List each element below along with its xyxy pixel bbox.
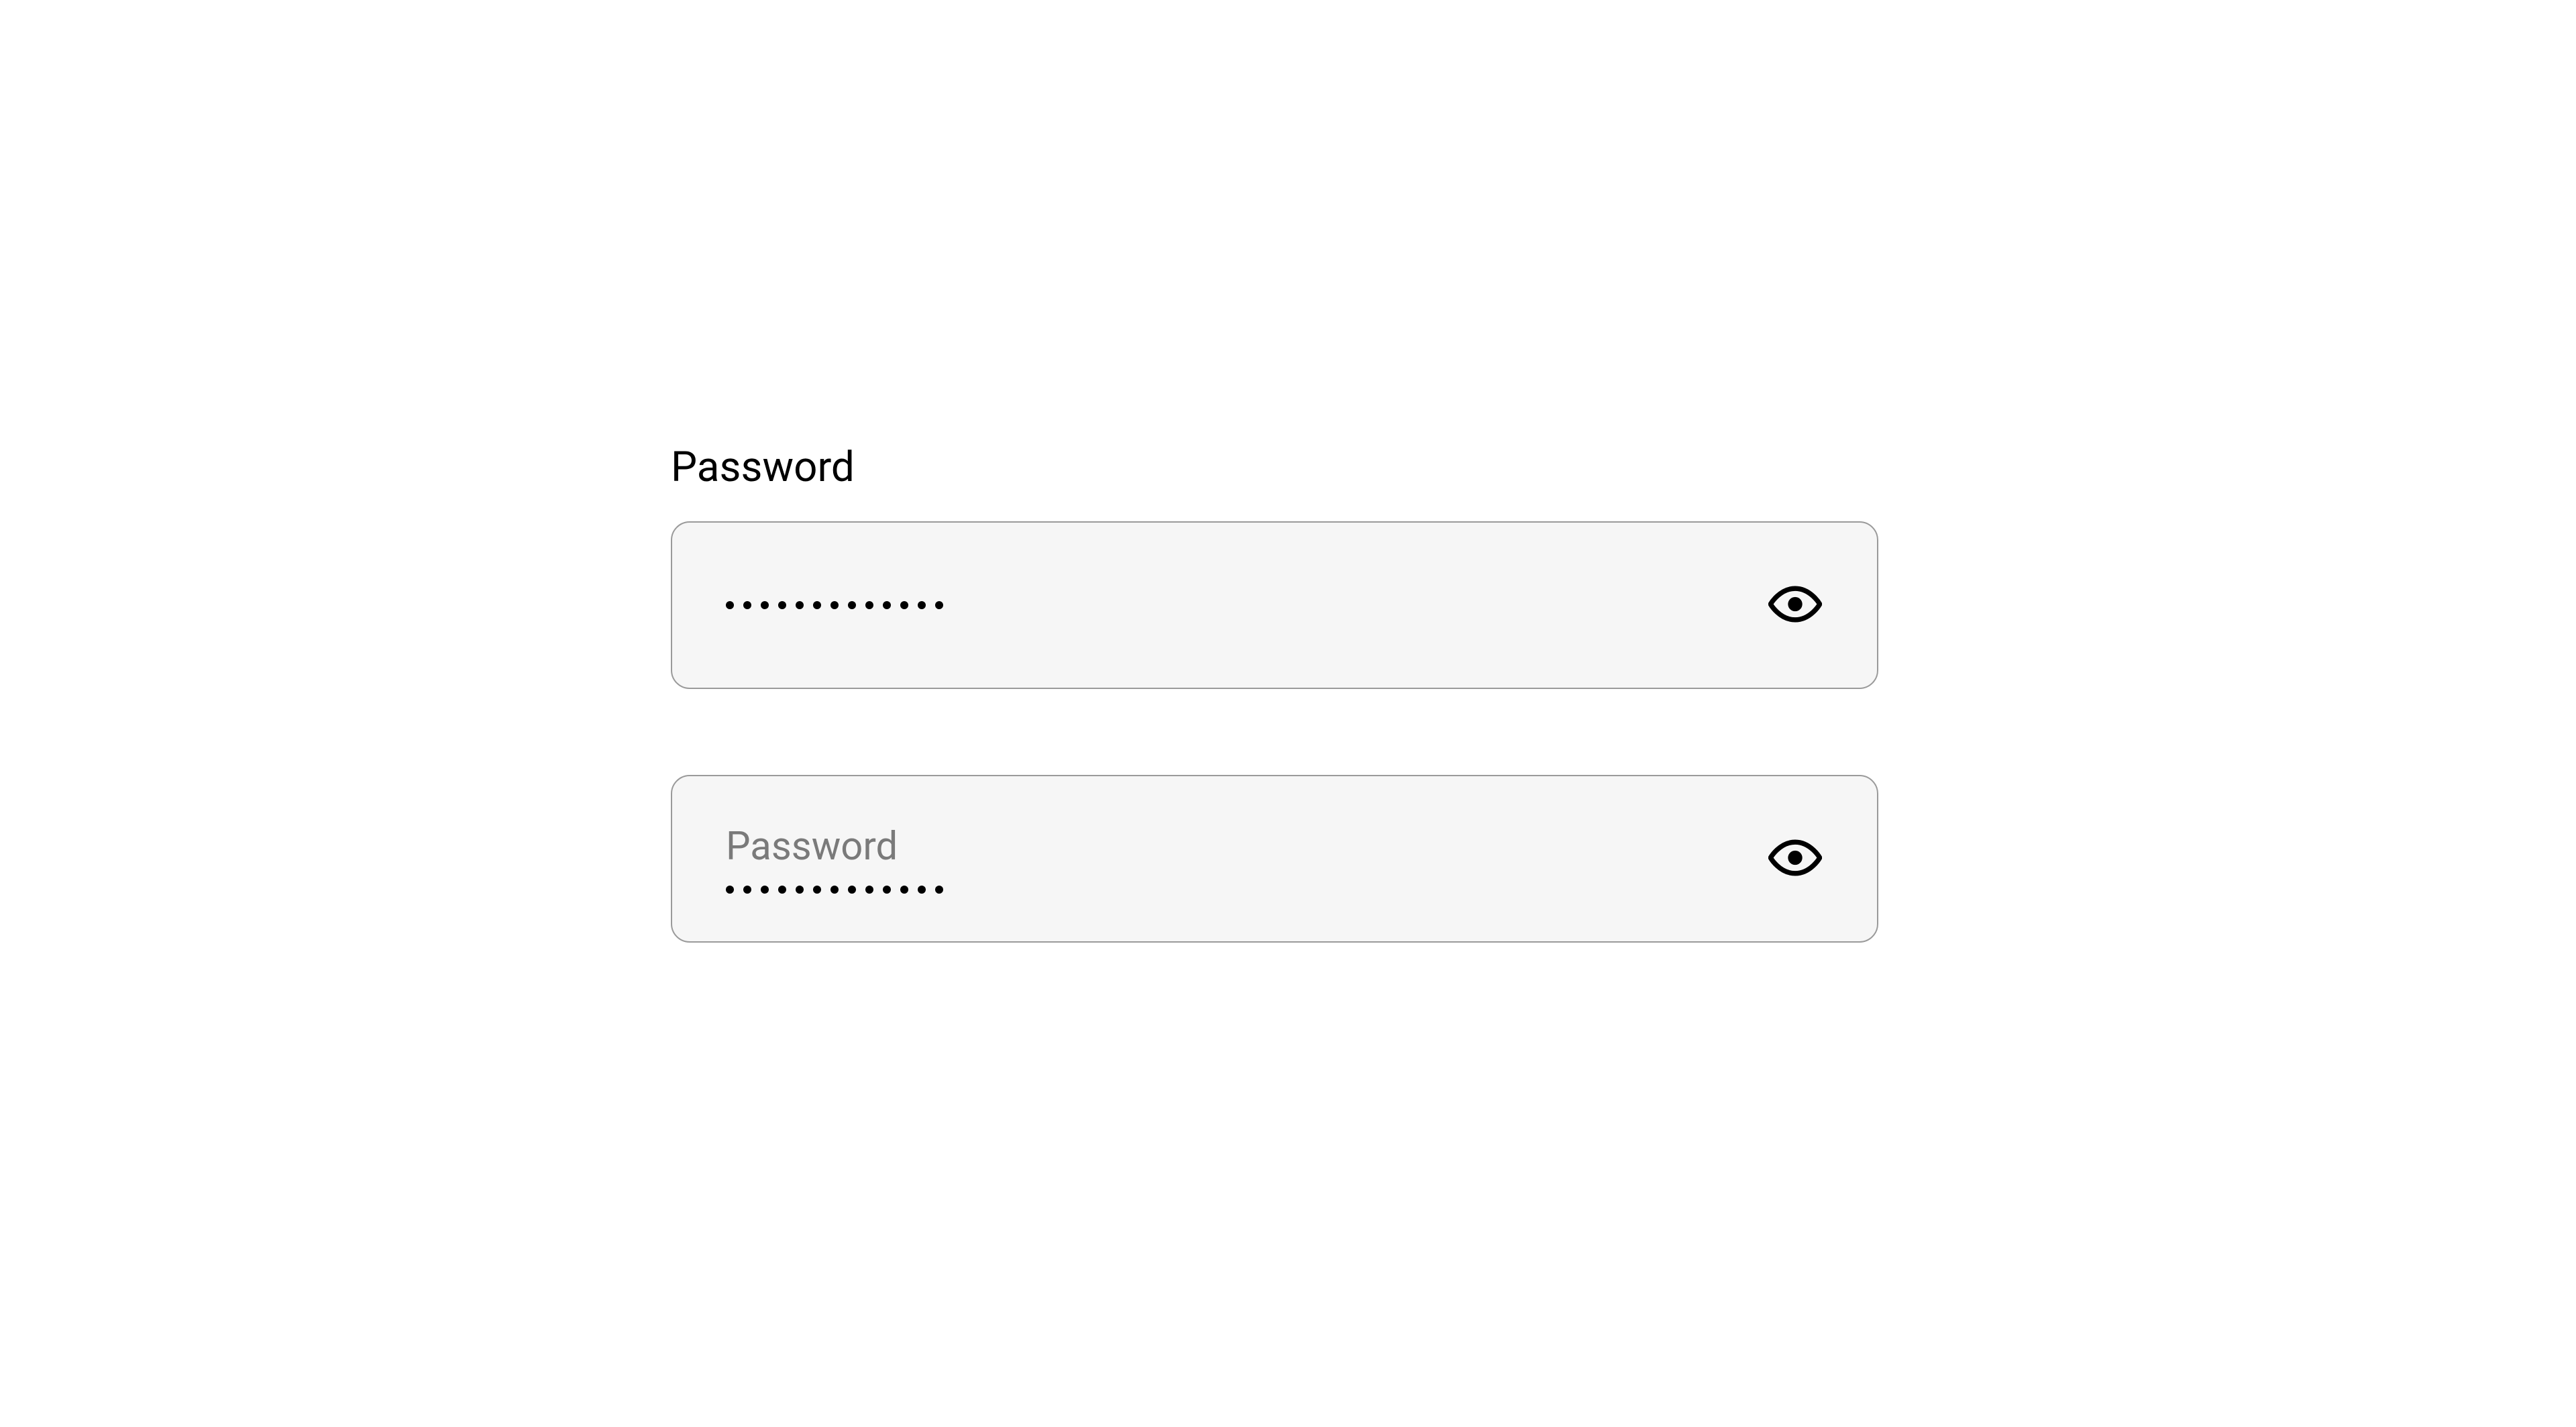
- password-masked-value-2: [726, 886, 943, 894]
- password-field-group-internal: Password: [671, 775, 1878, 943]
- eye-icon: [1768, 586, 1822, 625]
- password-input-wrapper-2[interactable]: Password: [671, 775, 1878, 943]
- password-label-internal: Password: [726, 824, 898, 869]
- password-label-external: Password: [671, 443, 1878, 492]
- password-masked-value-1: [726, 601, 943, 609]
- password-input-wrapper-1[interactable]: [671, 521, 1878, 689]
- eye-icon: [1768, 839, 1822, 879]
- password-field-group-external: Password: [671, 443, 1878, 689]
- password-form: Password Password: [671, 443, 1878, 1028]
- toggle-password-visibility-button-2[interactable]: [1762, 833, 1829, 886]
- toggle-password-visibility-button-1[interactable]: [1762, 579, 1829, 632]
